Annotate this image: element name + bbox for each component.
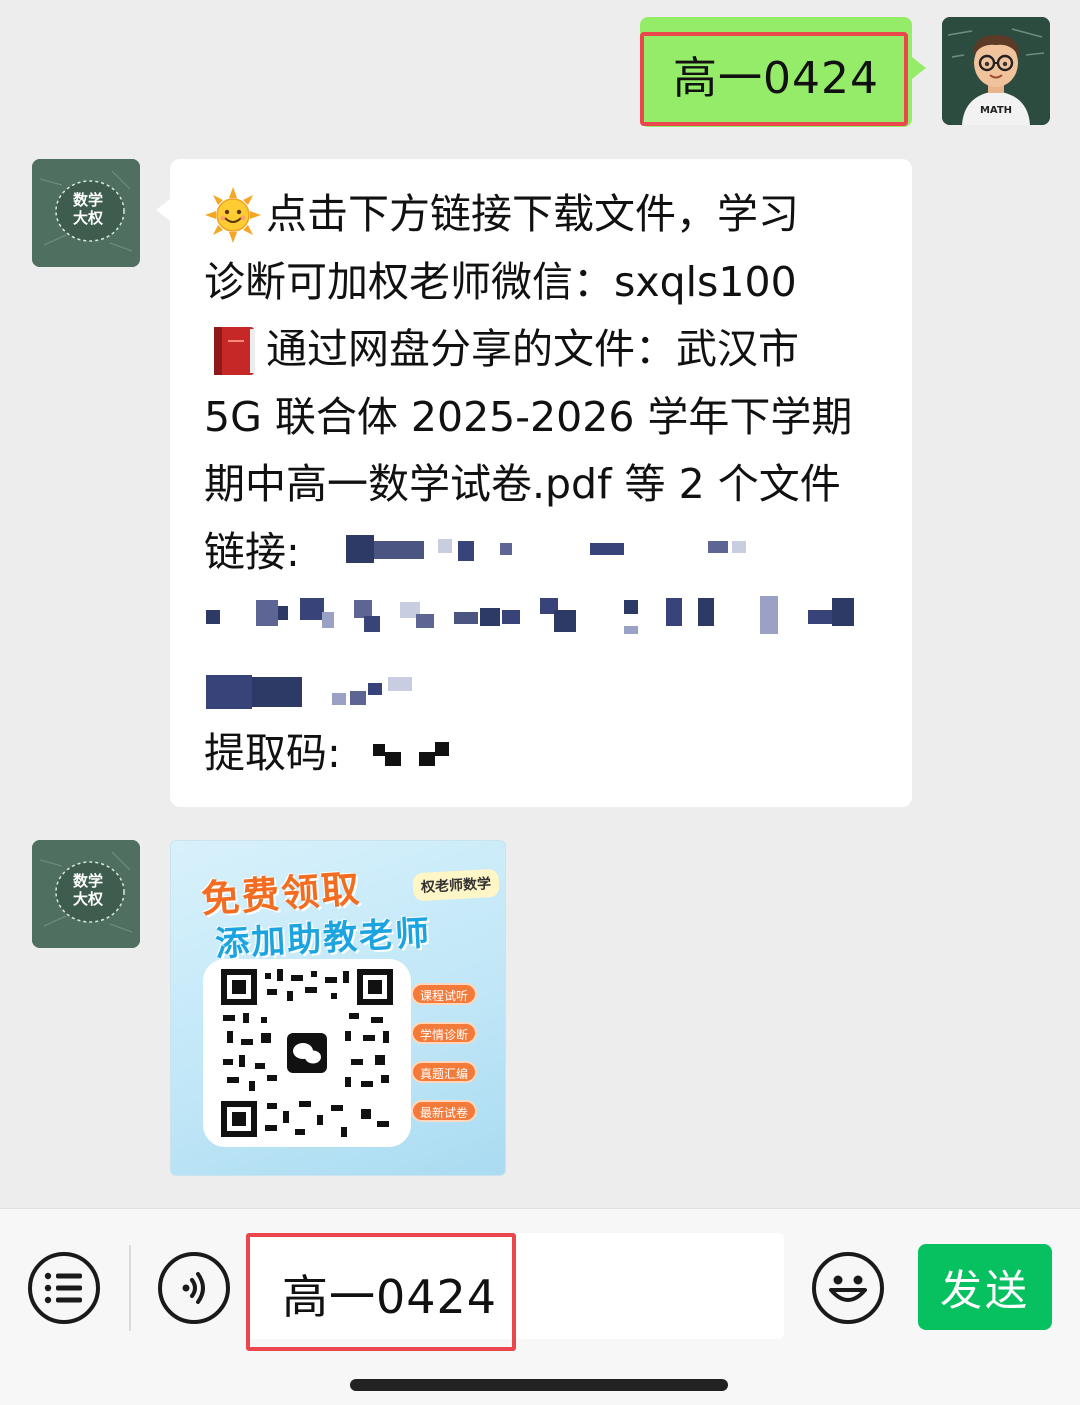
voice-button[interactable]: [158, 1252, 230, 1324]
emoji-button[interactable]: [812, 1252, 884, 1324]
incoming-message-bubble[interactable]: 点击下方链接下载文件，学习 诊断可加权老师微信：sxqls100 通过网盘分享的…: [156, 159, 912, 807]
bot-avatar[interactable]: 数学 大权: [32, 159, 140, 267]
link-label: 链接:: [204, 527, 300, 576]
divider: [129, 1245, 131, 1331]
promo-image-message[interactable]: 免费领取 权老师数学 添加助教老师 课程试听 学情诊断 真题汇编 最新试卷: [170, 840, 506, 1176]
message-line-3: 通过网盘分享的文件：武汉市: [204, 316, 882, 384]
message-text: 点击下方链接下载文件，学习: [266, 190, 799, 238]
bot-avatar-text2: 大权: [73, 890, 104, 908]
message-input[interactable]: 高一0424: [246, 1233, 784, 1351]
message-text: 5G 联合体 2025-2026 学年下学期: [204, 392, 853, 441]
promo-tag: 权老师数学: [412, 868, 500, 902]
promo-chip: 最新试卷: [411, 1100, 477, 1122]
promo-chip: 真题汇编: [411, 1061, 477, 1083]
send-button[interactable]: 发送: [918, 1244, 1052, 1330]
message-line-4: 5G 联合体 2025-2026 学年下学期: [204, 384, 882, 452]
home-indicator: [350, 1379, 728, 1391]
list-menu-icon: [44, 1272, 82, 1304]
promo-chip: 学情诊断: [411, 1022, 477, 1044]
message-text: 通过网盘分享的文件：武汉市: [266, 325, 799, 373]
voice-icon: [182, 1272, 205, 1304]
qr-code-icon: [221, 969, 393, 1137]
input-bar: 高一0424 发送: [0, 1208, 1080, 1405]
outgoing-message-text: 高一0424: [673, 53, 879, 104]
message-text: 期中高一数学试卷.pdf 等 2 个文件: [204, 460, 841, 508]
red-book-emoji-icon: [204, 321, 262, 379]
message-line-6: 链接:: [204, 519, 882, 587]
redacted-link-pixels[interactable]: [340, 527, 760, 577]
message-line-5: 期中高一数学试卷.pdf 等 2 个文件: [204, 451, 882, 519]
outgoing-message-bubble[interactable]: 高一0424: [640, 17, 926, 127]
user-avatar[interactable]: MATH: [942, 17, 1050, 125]
outgoing-message-row: 高一0424 MATH: [640, 17, 1050, 127]
redacted-link-row-3[interactable]: [204, 653, 882, 720]
redacted-link-row-2[interactable]: [204, 586, 882, 653]
message-text: 诊断可加权老师微信：sxqls100: [204, 257, 797, 306]
emoji-smile-icon: [829, 1275, 867, 1302]
qr-code[interactable]: [203, 959, 411, 1147]
message-line-code: 提取码:: [204, 720, 882, 788]
message-line-1: 点击下方链接下载文件，学习: [204, 181, 882, 249]
redacted-code-pixels[interactable]: [371, 734, 461, 774]
bot-avatar-text1: 数学: [73, 191, 103, 209]
bot-avatar[interactable]: 数学 大权: [32, 840, 140, 948]
promo-chip: 课程试听: [411, 983, 477, 1005]
message-line-2: 诊断可加权老师微信：sxqls100: [204, 249, 882, 317]
user-avatar-shirt-text: MATH: [980, 105, 1012, 116]
message-input-text: 高一0424: [282, 1270, 498, 1324]
promo-subtitle: 添加助教老师: [214, 913, 433, 965]
list-menu-button[interactable]: [28, 1252, 100, 1324]
extract-code-label: 提取码:: [204, 729, 341, 777]
sun-emoji-icon: [204, 186, 262, 244]
bot-avatar-text2: 大权: [73, 209, 104, 227]
bot-avatar-text1: 数学: [73, 872, 103, 890]
